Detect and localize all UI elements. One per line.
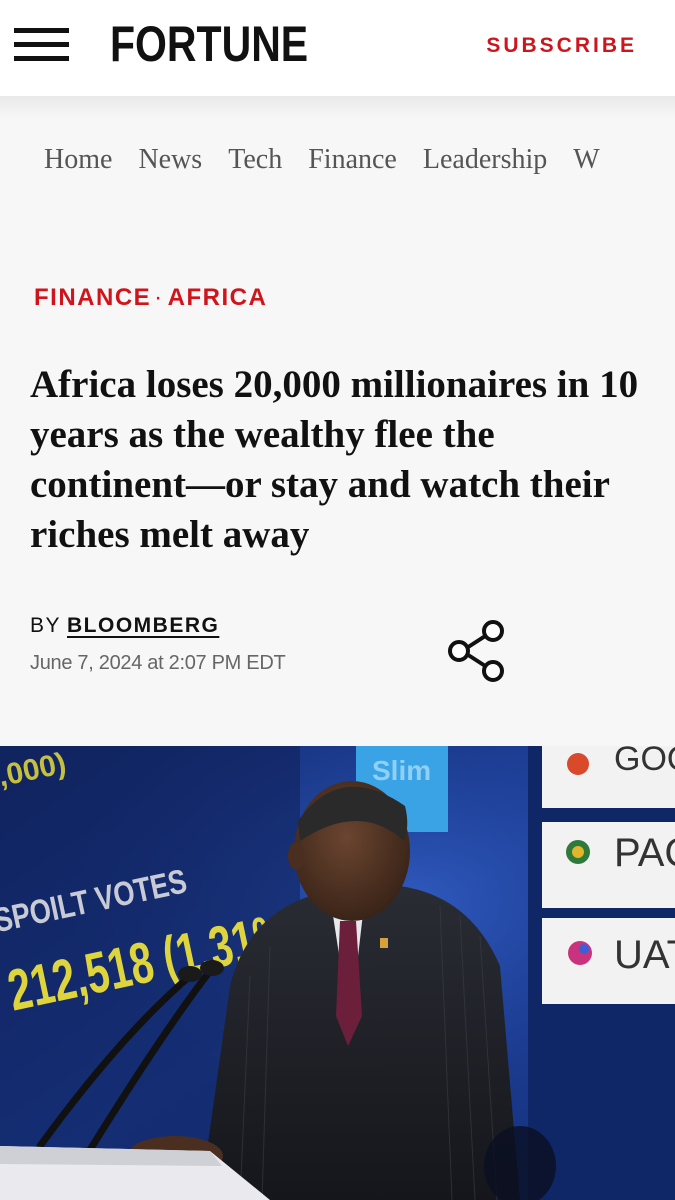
author-link[interactable]: BLOOMBERG — [67, 614, 219, 637]
nav-item-tech[interactable]: Tech — [228, 144, 282, 176]
board-row-1: GOO — [614, 746, 675, 778]
subscribe-button[interactable]: SUBSCRIBE — [486, 34, 637, 58]
article-headline: Africa loses 20,000 millionaires in 10 y… — [30, 363, 639, 556]
breadcrumb-finance-link[interactable]: FINANCE — [34, 284, 151, 311]
main-nav: Home News Tech Finance Leadership W — [0, 96, 675, 221]
board-top-text: Slim — [372, 755, 431, 786]
nav-item-home[interactable]: Home — [44, 144, 112, 176]
board-row-3: UAT — [614, 933, 675, 977]
byline: BY BLOOMBERG — [30, 614, 219, 638]
hero-image: Hj,000) SPOILT VOTES 212,518 (1.31%) Sli… — [0, 746, 675, 1200]
hamburger-menu-icon[interactable] — [14, 28, 70, 64]
nav-item-truncated[interactable]: W — [573, 144, 599, 176]
nav-item-news[interactable]: News — [138, 144, 202, 176]
share-icon[interactable] — [446, 618, 508, 684]
top-bar: FORTUNE SUBSCRIBE — [0, 0, 675, 96]
publish-date: June 7, 2024 at 2:07 PM EDT — [30, 652, 286, 674]
nav-item-finance[interactable]: Finance — [308, 144, 397, 176]
board-row-2: PAC — [614, 831, 675, 875]
breadcrumb-africa-link[interactable]: AFRICA — [168, 284, 268, 311]
fortune-logo[interactable]: FORTUNE — [110, 16, 308, 72]
breadcrumb: FINANCE · AFRICA — [34, 284, 267, 312]
breadcrumb-separator: · — [154, 284, 164, 311]
nav-item-leadership[interactable]: Leadership — [423, 144, 547, 176]
byline-prefix: BY — [30, 614, 62, 637]
